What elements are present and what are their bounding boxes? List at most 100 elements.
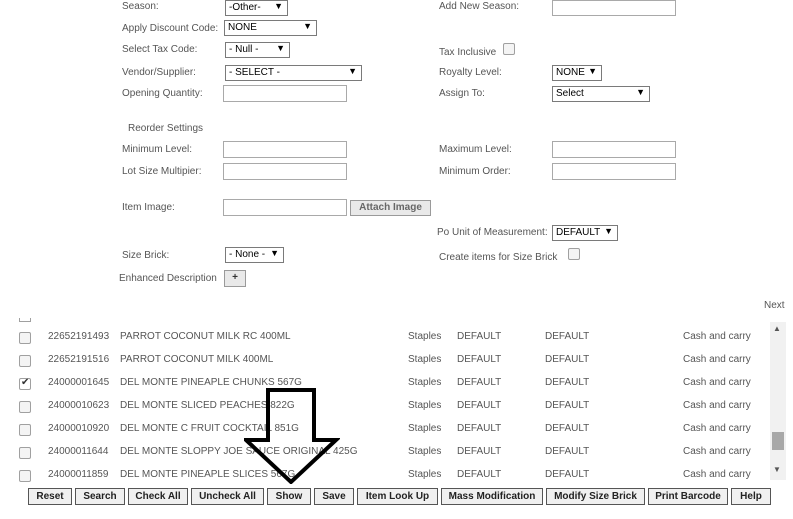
table-row[interactable]: 24000010920 DEL MONTE C FRUIT COCKTAIL 85… — [0, 419, 768, 442]
chevron-down-icon: ▼ — [588, 66, 597, 76]
modify-size-brick-button[interactable]: Modify Size Brick — [546, 488, 645, 505]
season-select[interactable]: -Other- ▼ — [225, 0, 288, 16]
table-row[interactable]: 22652191516 PARROT COCONUT MILK 400ML Stap… — [0, 350, 768, 373]
item-uom-secondary: DEFAULT — [545, 400, 590, 411]
max-level-label: Maximum Level: — [439, 144, 512, 155]
add-new-season-input[interactable] — [552, 0, 676, 16]
size-brick-select[interactable]: - None - ▼ — [225, 247, 284, 263]
assign-to-select[interactable]: Select ▼ — [552, 86, 650, 102]
enhanced-desc-add-button[interactable]: + — [224, 270, 246, 287]
chevron-down-icon: ▼ — [604, 226, 613, 236]
create-items-label: Create items for Size Brick — [439, 252, 558, 263]
po-uom-select[interactable]: DEFAULT ▼ — [552, 225, 618, 241]
assign-to-value: Select — [556, 88, 584, 99]
item-uom: DEFAULT — [457, 331, 502, 342]
item-uom: DEFAULT — [457, 377, 502, 388]
item-type: Cash and carry — [683, 469, 751, 480]
royalty-select[interactable]: NONE ▼ — [552, 65, 602, 81]
chevron-down-icon: ▼ — [303, 21, 312, 31]
save-button[interactable]: Save — [314, 488, 354, 505]
table-row[interactable]: 24000011644 DEL MONTE SLOPPY JOE SAUCE OR… — [0, 442, 768, 465]
size-brick-value: - None - — [229, 249, 266, 260]
item-lookup-button[interactable]: Item Look Up — [357, 488, 438, 505]
partial-row-checkbox — [19, 318, 31, 322]
min-level-label: Minimum Level: — [122, 144, 193, 155]
arrow-down-icon[interactable]: ▼ — [773, 465, 781, 474]
chevron-down-icon: ▼ — [276, 43, 285, 53]
opening-qty-label: Opening Quantity: — [122, 88, 203, 99]
item-type: Cash and carry — [683, 446, 751, 457]
min-order-label: Minimum Order: — [439, 166, 511, 177]
search-button[interactable]: Search — [75, 488, 125, 505]
create-items-checkbox[interactable] — [568, 248, 580, 260]
row-checkbox[interactable] — [19, 332, 31, 344]
min-order-input[interactable] — [552, 163, 676, 180]
item-category: Staples — [408, 446, 442, 457]
min-level-input[interactable] — [223, 141, 347, 158]
row-checkbox[interactable] — [19, 447, 31, 459]
item-image-label: Item Image: — [122, 202, 175, 213]
tax-inclusive-checkbox[interactable] — [503, 43, 515, 55]
lot-size-input[interactable] — [223, 163, 347, 180]
vendor-value: - SELECT - — [229, 67, 280, 78]
row-checkbox[interactable] — [19, 470, 31, 482]
list-scrollbar[interactable]: ▲ ▼ — [770, 322, 786, 480]
item-code: 24000001645 — [48, 377, 110, 388]
mass-modification-button[interactable]: Mass Modification — [441, 488, 543, 505]
opening-qty-input[interactable] — [223, 85, 347, 102]
tax-code-value: - Null - — [229, 44, 259, 55]
item-uom-secondary: DEFAULT — [545, 423, 590, 434]
table-row[interactable]: 24000011859 DEL MONTE PINEAPLE SLICES 567… — [0, 465, 768, 484]
item-category: Staples — [408, 469, 442, 480]
max-level-input[interactable] — [552, 141, 676, 158]
po-uom-value: DEFAULT — [556, 227, 601, 238]
season-select-value: -Other- — [229, 2, 261, 13]
tax-code-label: Select Tax Code: — [122, 44, 198, 55]
item-uom-secondary: DEFAULT — [545, 354, 590, 365]
item-name: PARROT COCONUT MILK 400ML — [120, 354, 274, 365]
item-uom-secondary: DEFAULT — [545, 331, 590, 342]
item-image-input[interactable] — [223, 199, 347, 216]
item-name: DEL MONTE PINEAPLE CHUNKS 567G — [120, 377, 302, 388]
help-button[interactable]: Help — [731, 488, 771, 505]
tax-inclusive-label: Tax Inclusive — [439, 47, 497, 58]
item-code: 22652191516 — [48, 354, 110, 365]
item-type: Cash and carry — [683, 354, 751, 365]
item-type: Cash and carry — [683, 377, 751, 388]
vendor-select[interactable]: - SELECT - ▼ — [225, 65, 362, 81]
down-arrow-annotation-icon — [244, 388, 340, 484]
reorder-heading: Reorder Settings — [128, 123, 204, 134]
item-uom: DEFAULT — [457, 400, 502, 411]
item-uom: DEFAULT — [457, 446, 502, 457]
chevron-down-icon: ▼ — [274, 1, 283, 11]
attach-image-button[interactable]: Attach Image — [350, 200, 431, 216]
item-category: Staples — [408, 354, 442, 365]
item-uom: DEFAULT — [457, 354, 502, 365]
item-category: Staples — [408, 331, 442, 342]
royalty-value: NONE — [556, 67, 585, 78]
apply-discount-value: NONE — [228, 22, 257, 33]
reset-button[interactable]: Reset — [28, 488, 72, 505]
apply-discount-label: Apply Discount Code: — [122, 23, 219, 34]
item-code: 24000011859 — [48, 469, 109, 480]
next-link[interactable]: Next — [764, 300, 785, 311]
row-checkbox[interactable] — [19, 355, 31, 367]
item-type: Cash and carry — [683, 400, 751, 411]
item-code: 22652191493 — [48, 331, 110, 342]
print-barcode-button[interactable]: Print Barcode — [648, 488, 728, 505]
uncheck-all-button[interactable]: Uncheck All — [191, 488, 264, 505]
apply-discount-select[interactable]: NONE ▼ — [224, 20, 317, 36]
check-all-button[interactable]: Check All — [128, 488, 188, 505]
scrollbar-thumb[interactable] — [772, 432, 784, 450]
chevron-down-icon: ▼ — [636, 87, 645, 97]
arrow-up-icon[interactable]: ▲ — [773, 324, 781, 333]
table-row[interactable]: ✔ 24000001645 DEL MONTE PINEAPLE CHUNKS 56… — [0, 373, 768, 396]
table-row[interactable]: 24000010623 DEL MONTE SLICED PEACHES 822G… — [0, 396, 768, 419]
row-checkbox[interactable] — [19, 401, 31, 413]
tax-code-select[interactable]: - Null - ▼ — [225, 42, 290, 58]
row-checkbox[interactable] — [19, 424, 31, 436]
show-button[interactable]: Show — [267, 488, 311, 505]
item-type: Cash and carry — [683, 331, 751, 342]
table-row[interactable]: 22652191493 PARROT COCONUT MILK RC 400ML S… — [0, 327, 768, 350]
row-checkbox[interactable]: ✔ — [19, 377, 31, 390]
